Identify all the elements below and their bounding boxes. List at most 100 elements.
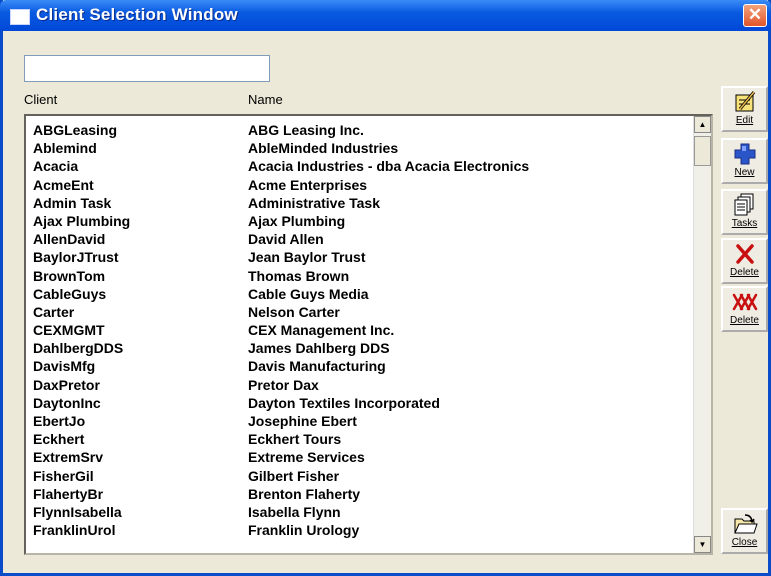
delete-all-button[interactable]: Delete bbox=[721, 286, 768, 332]
client-code: Admin Task bbox=[33, 194, 112, 211]
client-name: CEX Management Inc. bbox=[248, 322, 395, 339]
client-row[interactable]: FranklinUrol Franklin Urology bbox=[26, 521, 694, 539]
client-code: CEXMGMT bbox=[33, 322, 105, 339]
client-rows: ABGLeasing ABG Leasing Inc. Ablemind AbleMi… bbox=[26, 121, 694, 539]
client-row[interactable]: Acacia Acacia Industries - dba Acacia Ele… bbox=[26, 157, 694, 175]
client-row[interactable]: EbertJo Josephine Ebert bbox=[26, 412, 694, 430]
client-name: Jean Baylor Trust bbox=[248, 249, 366, 266]
client-row[interactable]: FlahertyBr Brenton Flaherty bbox=[26, 485, 694, 503]
client-row[interactable]: ABGLeasing ABG Leasing Inc. bbox=[26, 121, 694, 139]
client-name: Extreme Services bbox=[248, 449, 365, 466]
edit-icon bbox=[723, 89, 766, 115]
client-code: BrownTom bbox=[33, 267, 106, 284]
client-row[interactable]: DahlbergDDS James Dahlberg DDS bbox=[26, 339, 694, 357]
client-name: Acme Enterprises bbox=[248, 176, 368, 193]
client-code: DaxPretor bbox=[33, 376, 100, 393]
client-code: FranklinUrol bbox=[33, 522, 116, 539]
client-name: Davis Manufacturing bbox=[248, 358, 386, 375]
client-name: Eckhert Tours bbox=[248, 431, 342, 448]
close-button[interactable]: Close bbox=[721, 508, 768, 554]
client-name: Dayton Textiles Incorporated bbox=[248, 394, 440, 411]
client-row[interactable]: BrownTom Thomas Brown bbox=[26, 267, 694, 285]
column-header-client[interactable]: Client bbox=[24, 92, 57, 107]
tasks-label: Tasks bbox=[731, 218, 758, 229]
client-code: FlahertyBr bbox=[33, 485, 104, 502]
close-window-button[interactable]: ✕ bbox=[743, 4, 767, 27]
tasks-button[interactable]: Tasks bbox=[721, 189, 768, 235]
tasks-icon bbox=[723, 192, 766, 218]
client-name: Brenton Flaherty bbox=[248, 485, 361, 502]
client-row[interactable]: DaytonInc Dayton Textiles Incorporated bbox=[26, 394, 694, 412]
scroll-up-button[interactable]: ▲ bbox=[694, 116, 711, 133]
client-name: Nelson Carter bbox=[248, 303, 340, 320]
client-row[interactable]: Ajax Plumbing Ajax Plumbing bbox=[26, 212, 694, 230]
title-bar[interactable]: Client Selection Window ✕ bbox=[0, 0, 771, 31]
client-name: AbleMinded Industries bbox=[248, 140, 399, 157]
delete-all-icon bbox=[723, 289, 766, 315]
scroll-down-button[interactable]: ▼ bbox=[694, 536, 711, 553]
client-code: DaytonInc bbox=[33, 394, 101, 411]
client-name: ABG Leasing Inc. bbox=[248, 122, 364, 138]
client-name: Isabella Flynn bbox=[248, 503, 341, 520]
client-name: Gilbert Fisher bbox=[248, 467, 340, 484]
client-name: James Dahlberg DDS bbox=[248, 340, 390, 357]
delete-label: Delete bbox=[730, 267, 759, 278]
edit-label: Edit bbox=[735, 115, 754, 126]
client-name: David Allen bbox=[248, 231, 324, 248]
client-name: Pretor Dax bbox=[248, 376, 319, 393]
client-list[interactable]: ABGLeasing ABG Leasing Inc. Ablemind AbleMi… bbox=[24, 114, 713, 555]
client-row[interactable]: DavisMfg Davis Manufacturing bbox=[26, 357, 694, 375]
column-header-name[interactable]: Name bbox=[248, 92, 283, 107]
vertical-scrollbar[interactable]: ▲ ▼ bbox=[693, 116, 711, 553]
client-code: DavisMfg bbox=[33, 358, 96, 375]
client-name: Administrative Task bbox=[248, 194, 381, 211]
delete-all-label: Delete bbox=[730, 315, 759, 326]
client-code: Carter bbox=[33, 303, 75, 320]
client-row[interactable]: Ablemind AbleMinded Industries bbox=[26, 139, 694, 157]
client-row[interactable]: FlynnIsabella Isabella Flynn bbox=[26, 503, 694, 521]
client-row[interactable]: Eckhert Eckhert Tours bbox=[26, 430, 694, 448]
new-button[interactable]: New bbox=[721, 138, 768, 184]
client-row[interactable]: AllenDavid David Allen bbox=[26, 230, 694, 248]
client-row[interactable]: CEXMGMT CEX Management Inc. bbox=[26, 321, 694, 339]
client-row[interactable]: Carter Nelson Carter bbox=[26, 303, 694, 321]
client-code: DahlbergDDS bbox=[33, 340, 124, 357]
window-icon bbox=[10, 9, 30, 25]
client-row[interactable]: FisherGil Gilbert Fisher bbox=[26, 467, 694, 485]
client-code: EbertJo bbox=[33, 413, 86, 429]
client-code: Ajax Plumbing bbox=[33, 212, 131, 229]
client-code: ExtremSrv bbox=[33, 449, 104, 466]
client-row[interactable]: ExtremSrv Extreme Services bbox=[26, 448, 694, 466]
client-row[interactable]: CableGuys Cable Guys Media bbox=[26, 285, 694, 303]
client-code: Eckhert bbox=[33, 431, 85, 448]
close-folder-icon bbox=[723, 511, 766, 537]
client-name: Ajax Plumbing bbox=[248, 212, 346, 229]
client-code: ABGLeasing bbox=[33, 122, 118, 138]
new-label: New bbox=[734, 167, 755, 178]
client-code: AllenDavid bbox=[33, 231, 106, 248]
client-code: FisherGil bbox=[33, 467, 94, 484]
new-icon bbox=[723, 141, 766, 167]
client-code: CableGuys bbox=[33, 285, 107, 302]
client-selection-window: Client Selection Window ✕ Client Name AB… bbox=[0, 0, 771, 576]
delete-button[interactable]: Delete bbox=[721, 238, 768, 284]
client-name: Franklin Urology bbox=[248, 522, 360, 539]
client-row[interactable]: Admin Task Administrative Task bbox=[26, 194, 694, 212]
client-name: Acacia Industries - dba Acacia Electroni… bbox=[248, 158, 530, 175]
client-row[interactable]: DaxPretor Pretor Dax bbox=[26, 376, 694, 394]
client-name: Josephine Ebert bbox=[248, 413, 357, 429]
client-filter-input[interactable] bbox=[24, 55, 270, 82]
close-label: Close bbox=[731, 537, 758, 548]
client-row[interactable]: BaylorJTrust Jean Baylor Trust bbox=[26, 248, 694, 266]
client-name: Thomas Brown bbox=[248, 267, 350, 284]
client-row[interactable]: AcmeEnt Acme Enterprises bbox=[26, 176, 694, 194]
client-code: BaylorJTrust bbox=[33, 249, 119, 266]
client-code: Ablemind bbox=[33, 140, 97, 157]
scroll-thumb[interactable] bbox=[694, 136, 711, 166]
window-title: Client Selection Window bbox=[36, 5, 238, 24]
client-code: AcmeEnt bbox=[33, 176, 94, 193]
client-code: Acacia bbox=[33, 158, 79, 175]
delete-icon bbox=[723, 241, 766, 267]
edit-button[interactable]: Edit bbox=[721, 86, 768, 132]
client-name: Cable Guys Media bbox=[248, 285, 369, 302]
